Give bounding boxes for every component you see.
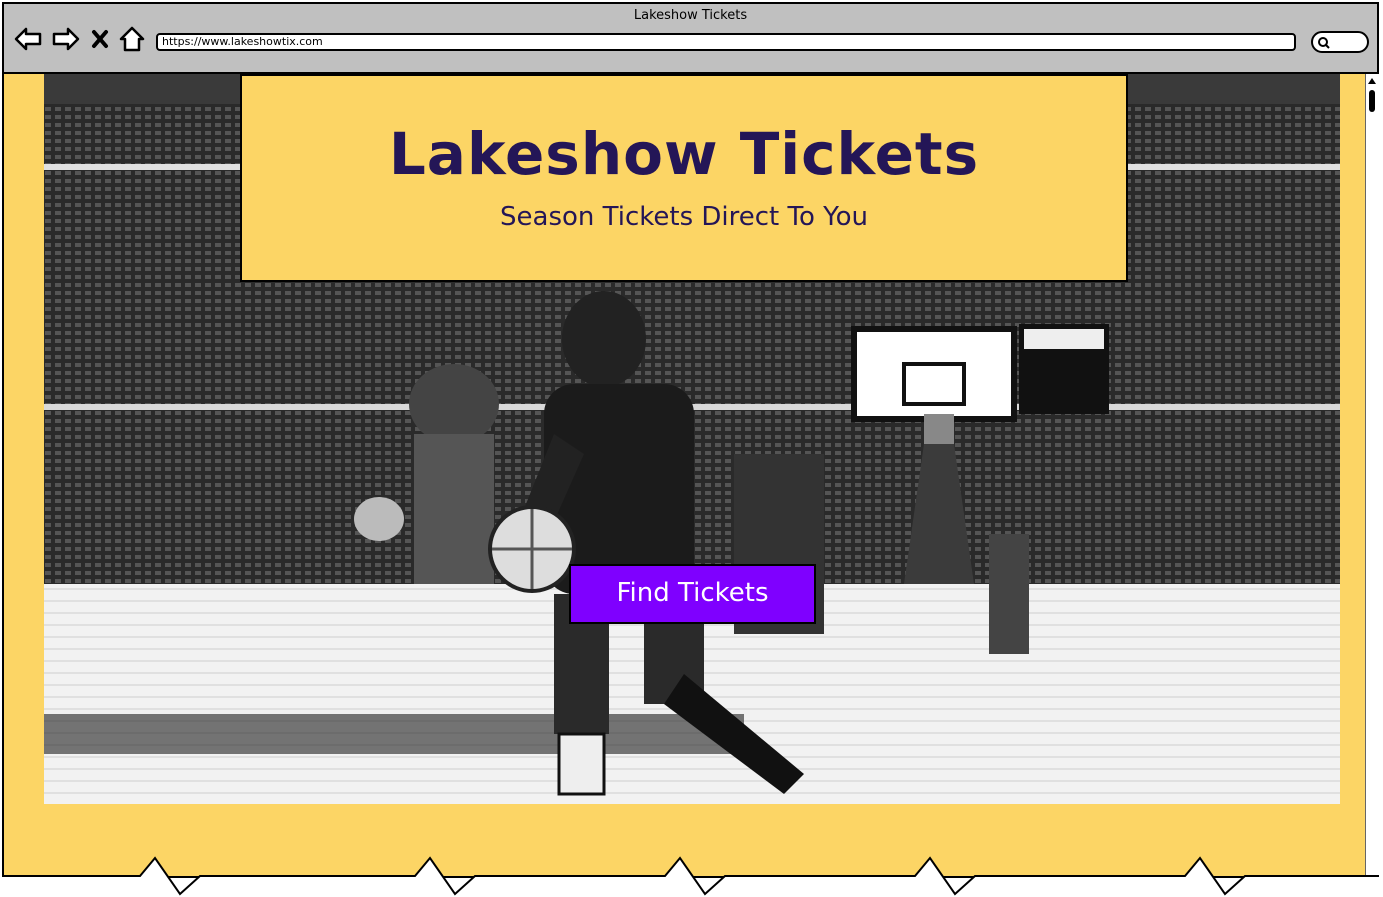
- url-bar[interactable]: https://www.lakeshowtix.com: [156, 33, 1296, 51]
- search-box[interactable]: [1311, 31, 1369, 53]
- scroll-up-icon[interactable]: [1368, 78, 1376, 84]
- close-icon[interactable]: [90, 26, 110, 52]
- hero-image: Lakeshow Tickets Season Tickets Direct T…: [44, 74, 1340, 804]
- hero-title-card: Lakeshow Tickets Season Tickets Direct T…: [240, 74, 1128, 282]
- scroll-thumb[interactable]: [1369, 90, 1375, 112]
- browser-chrome: Lakeshow Tickets https://www.lakeshowtix…: [4, 4, 1377, 74]
- find-tickets-button[interactable]: Find Tickets: [569, 564, 816, 624]
- search-icon: [1317, 35, 1331, 54]
- vertical-scrollbar[interactable]: [1365, 74, 1379, 878]
- forward-arrow-icon[interactable]: [52, 26, 80, 52]
- home-icon[interactable]: [118, 26, 146, 52]
- page-title: Lakeshow Tickets: [388, 120, 980, 188]
- back-arrow-icon[interactable]: [14, 26, 42, 52]
- browser-window: Lakeshow Tickets https://www.lakeshowtix…: [2, 2, 1379, 878]
- torn-page-edge: [0, 856, 1383, 897]
- page-subtitle: Season Tickets Direct To You: [500, 202, 868, 232]
- window-title: Lakeshow Tickets: [633, 8, 748, 23]
